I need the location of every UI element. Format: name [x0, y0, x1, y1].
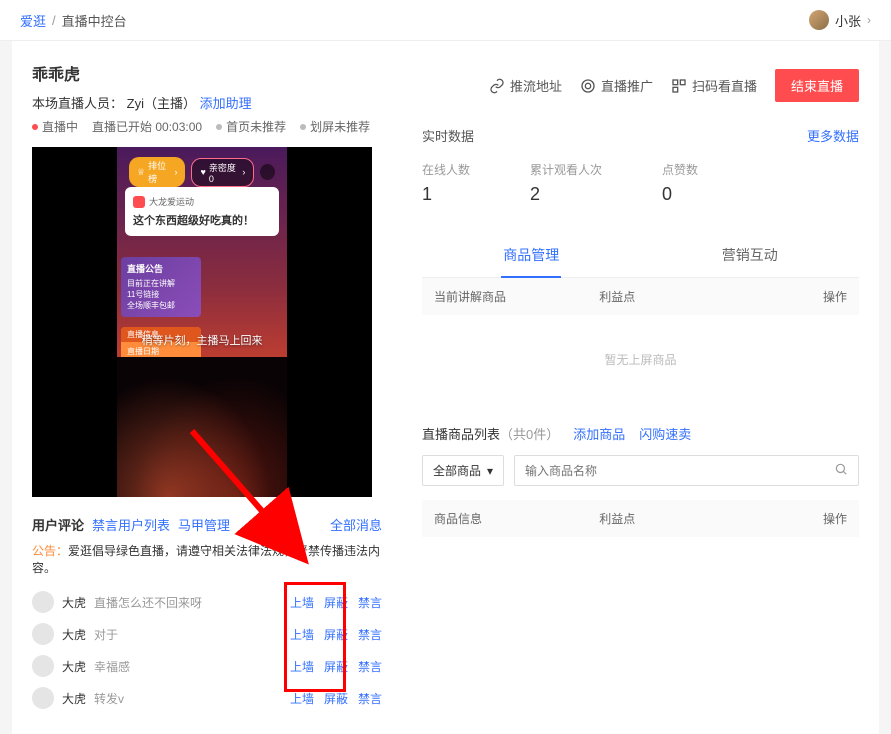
avatar-icon [32, 591, 54, 613]
video-caption: 稍等片刻，主播马上回来 [117, 332, 287, 348]
product-list-header: 直播商品列表（共0件） 添加商品 闪购速卖 [422, 424, 859, 443]
qr-icon [671, 78, 687, 94]
annotation-red-box [284, 582, 346, 692]
announcement: 公告：爱逛倡导绿色直播，请遵守相关法律法规，严禁传播违法内容。 [32, 542, 382, 576]
current-product-header: 当前讲解商品 利益点 操作 [422, 278, 859, 315]
tabs: 商品管理 营销互动 [422, 233, 859, 278]
tab-product-mgmt[interactable]: 商品管理 [422, 233, 641, 277]
empty-current-product: 暂无上屏商品 [422, 315, 859, 404]
stat-likes: 点赞数 0 [662, 161, 698, 205]
filter-row: 全部商品 ▾ [422, 455, 859, 486]
flash-sale-link[interactable]: 闪购速卖 [639, 424, 691, 443]
end-stream-button[interactable]: 结束直播 [775, 69, 859, 102]
stats-row: 在线人数 1 累计观看人次 2 点赞数 0 [422, 161, 859, 205]
more-data-link[interactable]: 更多数据 [807, 126, 859, 145]
product-list-table-header: 商品信息 利益点 操作 [422, 500, 859, 537]
add-product-link[interactable]: 添加商品 [573, 424, 625, 443]
mute-link[interactable]: 禁言 [358, 626, 382, 643]
add-assistant-link[interactable]: 添加助理 [200, 96, 252, 111]
tab-marketing[interactable]: 营销互动 [641, 233, 860, 277]
stream-url-button[interactable]: 推流地址 [489, 76, 562, 95]
stream-title: 乖乖虎 [32, 61, 382, 85]
status-screen-rec: 划屏未推荐 [300, 118, 370, 135]
top-actions-bar: 推流地址 直播推广 扫码看直播 结束直播 [422, 69, 859, 102]
mute-link[interactable]: 禁言 [358, 690, 382, 707]
user-count-icon [260, 164, 275, 180]
top-header: 爱逛 / 直播中控台 小张 › [0, 0, 891, 41]
banned-users-link[interactable]: 禁言用户列表 [92, 515, 170, 534]
search-box [514, 455, 859, 486]
mute-link[interactable]: 禁言 [358, 658, 382, 675]
link-icon [489, 78, 505, 94]
status-home-rec: 首页未推荐 [216, 118, 286, 135]
avatar-icon [809, 10, 829, 30]
stat-online: 在线人数 1 [422, 161, 470, 205]
status-live: 直播中 [32, 118, 78, 135]
search-input[interactable] [515, 458, 824, 484]
pin-wall-link[interactable]: 上墙 [290, 690, 314, 707]
stream-staff: 本场直播人员： Zyi（主播） 添加助理 [32, 93, 382, 112]
user-name: 小张 [835, 11, 861, 30]
breadcrumb-sep: / [52, 13, 56, 28]
comments-title: 用户评论 [32, 515, 84, 534]
search-icon[interactable] [824, 462, 858, 479]
user-menu[interactable]: 小张 › [809, 10, 871, 30]
mute-link[interactable]: 禁言 [358, 594, 382, 611]
announcement-card: 直播公告 目前正在讲解 11号链接 全场顺丰包邮 [121, 257, 201, 317]
breadcrumb-current: 直播中控台 [62, 11, 127, 30]
avatar-icon [32, 623, 54, 645]
breadcrumb-root-link[interactable]: 爱逛 [20, 11, 46, 30]
intimacy-pill[interactable]: ♥ 亲密度 0 › [191, 158, 254, 187]
status-elapsed: 直播已开始 00:03:00 [92, 118, 202, 135]
chevron-down-icon: ▾ [487, 464, 493, 478]
brand-icon [133, 196, 145, 208]
stream-status-row: 直播中 直播已开始 00:03:00 首页未推荐 划屏未推荐 [32, 118, 382, 135]
comments-section: 用户评论 禁言用户列表 马甲管理 全部消息 公告：爱逛倡导绿色直播，请遵守相关法… [32, 515, 382, 714]
chevron-right-icon: › [867, 13, 871, 27]
qr-watch-button[interactable]: 扫码看直播 [671, 76, 757, 95]
all-messages-link[interactable]: 全部消息 [330, 515, 382, 534]
realtime-title: 实时数据 [422, 126, 474, 145]
filter-select[interactable]: 全部商品 ▾ [422, 455, 504, 486]
avatar-icon [32, 655, 54, 677]
notice-card: 大龙爱运动 这个东西超级好吃真的！ [125, 187, 279, 236]
vest-mgmt-link[interactable]: 马甲管理 [178, 515, 230, 534]
stat-cumulative: 累计观看人次 2 [530, 161, 602, 205]
promote-button[interactable]: 直播推广 [580, 76, 653, 95]
avatar-icon [32, 687, 54, 709]
breadcrumb: 爱逛 / 直播中控台 [20, 11, 127, 30]
block-link[interactable]: 屏蔽 [324, 690, 348, 707]
video-preview: ♕ 排位榜 › ♥ 亲密度 0 › 大龙爱运动 这个东西超级好吃真的！ 直播公告… [32, 147, 372, 497]
rank-pill[interactable]: ♕ 排位榜 › [129, 157, 185, 187]
target-icon [580, 78, 596, 94]
